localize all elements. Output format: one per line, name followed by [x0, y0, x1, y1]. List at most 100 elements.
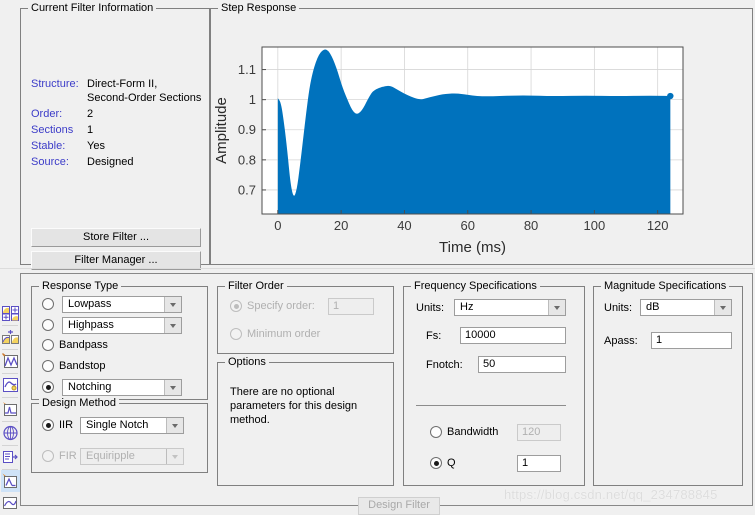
filter-order-specify-label: Specify order:	[247, 300, 315, 312]
filter-order-minimum-row[interactable]: Minimum order	[230, 328, 320, 340]
response-type-notching-label: Notching	[68, 381, 112, 393]
filter-order-title: Filter Order	[225, 280, 287, 292]
response-type-bandstop-row[interactable]: Bandstop	[42, 360, 105, 372]
filter-order-specify-input[interactable]: 1	[328, 298, 374, 315]
design-method-fir-value: Equiripple	[86, 450, 135, 462]
current-filter-information-panel: Current Filter Information Structure: Di…	[20, 2, 210, 270]
response-type-notching-radio[interactable]	[42, 381, 54, 393]
table-row: Stable: Yes	[31, 139, 201, 153]
design-parameters-panel: Response Type Lowpass Highpass Bandpass	[20, 273, 753, 506]
response-type-bandpass-radio[interactable]	[42, 339, 54, 351]
response-type-highpass-radio[interactable]	[42, 319, 54, 331]
design-method-iir-radio[interactable]	[42, 419, 54, 431]
chevron-down-icon[interactable]	[548, 300, 565, 315]
magnitude-units-label: Units:	[604, 302, 633, 314]
current-filter-information-title: Current Filter Information	[28, 2, 157, 14]
design-method-fir-radio[interactable]	[42, 450, 54, 462]
svg-text:40: 40	[397, 218, 411, 233]
filter-order-specify-radio[interactable]	[230, 300, 242, 312]
stable-key: Stable:	[31, 140, 66, 152]
apass-input[interactable]: 1	[651, 332, 732, 349]
design-method-iir-combo[interactable]: Single Notch	[80, 417, 184, 434]
q-radio[interactable]	[430, 457, 442, 469]
fnotch-input[interactable]: 50	[478, 356, 566, 373]
q-row[interactable]: Q	[430, 457, 456, 469]
magnitude-specifications-title: Magnitude Specifications	[601, 280, 730, 292]
overlay-icon[interactable]	[1, 492, 20, 514]
response-type-bandstop-radio[interactable]	[42, 360, 54, 372]
frequency-specs-divider	[416, 405, 566, 406]
chevron-down-icon[interactable]	[714, 300, 731, 315]
filter-designer-window: Current Filter Information Structure: Di…	[0, 0, 755, 515]
design-method-iir-row[interactable]: IIR	[42, 419, 73, 431]
magnitude-units-combo[interactable]: dB	[640, 299, 732, 316]
frequency-units-combo[interactable]: Hz	[454, 299, 566, 316]
response-type-notching-combo[interactable]: Notching	[62, 379, 182, 396]
bandwidth-row[interactable]: Bandwidth	[430, 426, 498, 438]
structure-value: Direct-Form II, Second-Order Sections	[87, 77, 201, 105]
structure-value-line1: Direct-Form II,	[87, 78, 158, 90]
response-type-highpass-combo[interactable]: Highpass	[62, 317, 182, 334]
design-method-fir-row[interactable]: FIR	[42, 450, 77, 462]
svg-text:1: 1	[249, 92, 256, 107]
svg-text:0.7: 0.7	[238, 182, 256, 197]
chevron-down-icon[interactable]	[166, 449, 183, 464]
response-type-highpass-row[interactable]	[42, 319, 54, 331]
frequency-specifications-group: Frequency Specifications Units: Hz Fs: 1…	[403, 280, 585, 486]
design-method-group: Design Method IIR Single Notch FIR Equir…	[31, 397, 208, 473]
magnitude-response-icon[interactable]	[1, 302, 20, 324]
group-delay-icon[interactable]	[1, 374, 20, 396]
response-type-title: Response Type	[39, 280, 122, 292]
svg-text:0.8: 0.8	[238, 152, 256, 167]
response-type-lowpass-radio[interactable]	[42, 298, 54, 310]
chevron-down-icon[interactable]	[166, 418, 183, 433]
panel-divider	[0, 268, 755, 269]
options-text: There are no optional parameters for thi…	[230, 386, 358, 426]
options-title: Options	[225, 356, 269, 368]
response-type-lowpass-row[interactable]	[42, 298, 54, 310]
response-type-bandpass-row[interactable]: Bandpass	[42, 339, 108, 351]
response-type-notching-row[interactable]	[42, 381, 54, 393]
filter-order-specify-row[interactable]: Specify order:	[230, 300, 315, 312]
impulse-response-icon[interactable]	[1, 398, 20, 420]
fs-input[interactable]: 10000	[460, 327, 566, 344]
store-filter-button[interactable]: Store Filter ...	[31, 228, 201, 247]
source-key: Source:	[31, 156, 69, 168]
response-type-bandpass-label: Bandpass	[59, 339, 108, 351]
design-filter-button[interactable]: Design Filter	[358, 497, 440, 515]
sections-key: Sections	[31, 124, 74, 136]
filter-coefficients-icon[interactable]	[1, 446, 20, 468]
magnitude-and-phase-icon[interactable]	[1, 350, 20, 372]
analysis-toolbar	[0, 276, 20, 514]
apass-label: Apass:	[604, 335, 638, 347]
pole-zero-plot-icon[interactable]	[1, 422, 20, 444]
phase-response-icon[interactable]	[1, 326, 20, 348]
chevron-down-icon[interactable]	[164, 318, 181, 333]
q-input[interactable]: 1	[517, 455, 561, 472]
magnitude-specifications-group: Magnitude Specifications Units: dB Apass…	[593, 280, 743, 486]
step-response-panel: Step Response 0 20 40 60 80 100 120 0.7 0.8 0.9 1 1…	[210, 2, 753, 265]
frequency-units-value: Hz	[460, 301, 474, 313]
svg-text:Amplitude: Amplitude	[213, 97, 230, 164]
filter-info-table: Structure: Direct-Form II, Second-Order …	[31, 77, 201, 171]
sections-value: 1	[87, 124, 94, 136]
design-method-fir-combo[interactable]: Equiripple	[80, 448, 184, 465]
fs-label: Fs:	[426, 330, 442, 342]
response-type-highpass-label: Highpass	[68, 319, 114, 331]
q-label: Q	[447, 457, 456, 469]
response-type-lowpass-label: Lowpass	[68, 298, 112, 310]
design-method-iir-label: IIR	[59, 419, 74, 431]
response-type-lowpass-combo[interactable]: Lowpass	[62, 296, 182, 313]
chevron-down-icon[interactable]	[164, 297, 181, 312]
frequency-units-label: Units:	[416, 302, 445, 314]
filter-order-minimum-label: Minimum order	[247, 328, 321, 340]
bandwidth-radio[interactable]	[430, 426, 442, 438]
filter-information-icon[interactable]	[1, 470, 20, 492]
table-row: Structure: Direct-Form II, Second-Order …	[31, 77, 201, 105]
svg-text:20: 20	[334, 218, 348, 233]
bandwidth-label: Bandwidth	[447, 426, 499, 438]
filter-order-minimum-radio[interactable]	[230, 328, 242, 340]
bandwidth-input[interactable]: 120	[517, 424, 561, 441]
source-value: Designed	[87, 156, 134, 168]
chevron-down-icon[interactable]	[164, 380, 181, 395]
